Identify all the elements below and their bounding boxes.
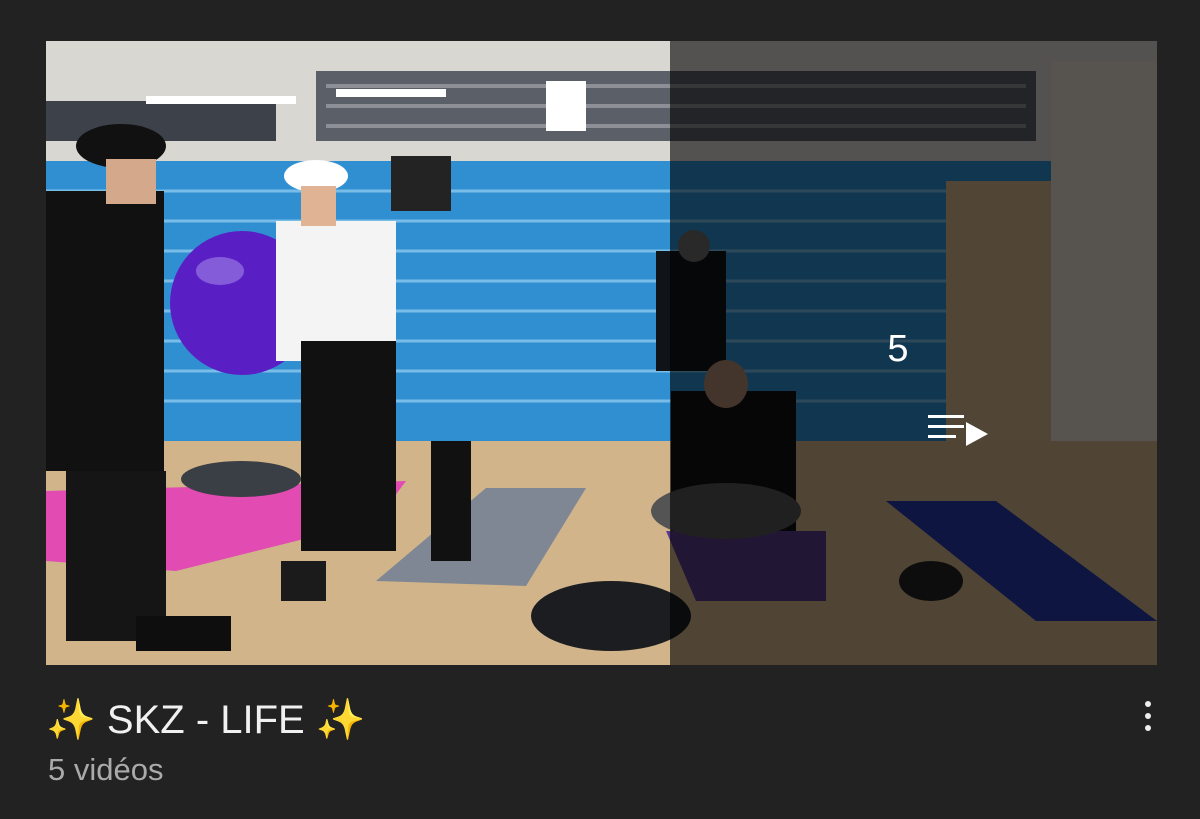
- more-vertical-icon-dot: [1145, 725, 1151, 731]
- playlist-card[interactable]: 5 ✨ SKZ - LIFE ✨ 5 vidéos: [0, 0, 1200, 819]
- playlist-video-count-overlay: 5: [887, 328, 909, 370]
- playlist-video-count: 5 vidéos: [48, 752, 164, 787]
- playlist-title[interactable]: ✨ SKZ - LIFE ✨: [46, 692, 366, 748]
- more-vertical-icon: [1145, 701, 1151, 707]
- playlist-title-row[interactable]: ✨ SKZ - LIFE ✨: [46, 690, 366, 750]
- more-options-button[interactable]: [1128, 694, 1168, 738]
- playlist-thumbnail[interactable]: 5: [46, 41, 1157, 665]
- more-vertical-icon-dot: [1145, 713, 1151, 719]
- playlist-play-icon: [928, 415, 988, 446]
